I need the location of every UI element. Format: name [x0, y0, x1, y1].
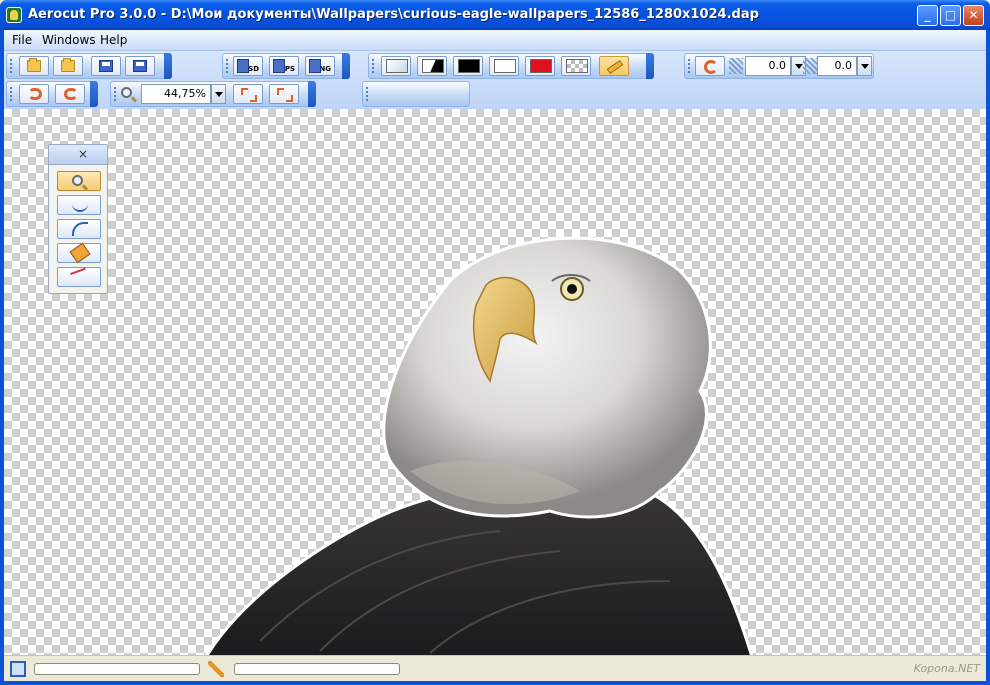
undo-toolbar — [6, 81, 98, 107]
png-icon: PNG — [309, 59, 331, 73]
rotate-button[interactable] — [695, 56, 725, 76]
fit-window-icon — [241, 88, 257, 102]
undo-icon — [28, 88, 42, 100]
bg-custom-color-button[interactable] — [599, 56, 629, 76]
red-swatch-icon — [530, 59, 552, 73]
eagle-image — [205, 236, 753, 655]
save-button[interactable] — [91, 56, 121, 76]
curve-icon — [72, 222, 88, 236]
toolbar-grip[interactable] — [10, 87, 12, 101]
export-toolbar: PSD EPS PNG — [222, 53, 350, 79]
toolbar-endcap — [90, 81, 98, 107]
undo-button[interactable] — [19, 84, 49, 104]
toolbar-grip[interactable] — [366, 87, 368, 101]
toolbar-grip[interactable] — [688, 59, 690, 73]
bg-checker-button[interactable] — [561, 56, 591, 76]
curve-tool-button[interactable] — [57, 219, 101, 239]
image-canvas[interactable]: × — [4, 109, 986, 655]
palette-close-button[interactable]: × — [78, 147, 88, 161]
zoom-icon — [121, 87, 132, 98]
toolbar-grip[interactable] — [372, 59, 374, 73]
new-project-icon — [27, 58, 41, 72]
save-as-button[interactable] — [125, 56, 155, 76]
bg-red-button[interactable] — [525, 56, 555, 76]
new-button[interactable] — [19, 56, 49, 76]
offset-icon — [803, 58, 817, 74]
selection-frame-icon — [10, 661, 26, 677]
maximize-button[interactable]: □ — [940, 5, 961, 26]
close-button[interactable]: ✕ — [963, 5, 984, 26]
zoom-fit-button[interactable] — [233, 84, 263, 104]
extra-toolbar — [362, 81, 470, 107]
eraser-icon — [69, 242, 91, 264]
rotate-icon — [704, 60, 718, 74]
open-folder-icon — [61, 58, 75, 72]
progress-bar-1 — [34, 663, 200, 675]
redo-icon — [64, 88, 78, 100]
eps-icon: EPS — [273, 59, 295, 73]
export-png-button[interactable]: PNG — [305, 56, 335, 76]
export-eps-button[interactable]: EPS — [269, 56, 299, 76]
zoom-input[interactable]: 44,75% — [141, 84, 211, 104]
app-icon[interactable] — [6, 7, 22, 23]
checker-icon — [566, 59, 588, 73]
menu-file[interactable]: File — [12, 33, 32, 47]
zoom-actual-button[interactable] — [269, 84, 299, 104]
magnifier-icon — [72, 175, 83, 186]
palette-header[interactable]: × — [49, 145, 107, 165]
rotation-toolbar: 0.0 0.0 — [684, 53, 874, 79]
zoom-dropdown[interactable] — [211, 84, 226, 104]
zoom-toolbar: 44,75% — [110, 81, 316, 107]
toolbar-grip[interactable] — [114, 87, 116, 101]
toolbar-endcap — [646, 53, 654, 79]
progress-bar-2 — [234, 663, 400, 675]
file-toolbar — [6, 53, 172, 79]
bg-white-button[interactable] — [489, 56, 519, 76]
toolbar-endcap — [164, 53, 172, 79]
black-swatch-icon — [458, 59, 480, 73]
export-psd-button[interactable]: PSD — [233, 56, 263, 76]
toolbar-endcap — [308, 81, 316, 107]
black-white-icon — [422, 59, 444, 73]
bg-tile-button[interactable] — [381, 56, 411, 76]
redo-button[interactable] — [55, 84, 85, 104]
tools-palette: × — [48, 144, 108, 294]
title-bar[interactable]: Aerocut Pro 3.0.0 - D:\Мои документы\Wal… — [0, 0, 990, 30]
menu-help[interactable]: Help — [100, 33, 127, 47]
menu-windows[interactable]: Windows — [42, 33, 96, 47]
background-toolbar — [368, 53, 654, 79]
menu-bar: File Windows Help — [4, 30, 986, 51]
scissors-icon — [72, 198, 88, 212]
open-button[interactable] — [53, 56, 83, 76]
tile-background-icon — [386, 59, 408, 73]
bg-bw-button[interactable] — [417, 56, 447, 76]
cut-tool-button[interactable] — [57, 195, 101, 215]
edge-icon — [70, 267, 90, 287]
toolbar-endcap — [342, 53, 350, 79]
window-title: Aerocut Pro 3.0.0 - D:\Мои документы\Wal… — [28, 7, 759, 22]
offset-dropdown[interactable] — [857, 56, 872, 76]
actual-size-icon — [277, 88, 293, 102]
status-bar: Kopona.NET — [4, 655, 986, 681]
client-area: File Windows Help PSD EPS PNG 0.0 0.0 44… — [4, 30, 986, 681]
zoom-tool-button[interactable] — [57, 171, 101, 191]
wrench-icon — [208, 661, 224, 677]
offset-input[interactable]: 0.0 — [817, 56, 857, 76]
toolbar-grip[interactable] — [10, 59, 12, 73]
save-icon — [99, 60, 113, 72]
pencil-icon — [606, 59, 624, 75]
edge-tool-button[interactable] — [57, 267, 101, 287]
rotation-input[interactable]: 0.0 — [745, 56, 791, 76]
toolbar-grip[interactable] — [226, 59, 228, 73]
minimize-button[interactable]: _ — [917, 5, 938, 26]
bg-black-button[interactable] — [453, 56, 483, 76]
eraser-tool-button[interactable] — [57, 242, 101, 264]
psd-icon: PSD — [237, 59, 259, 73]
angle-icon — [729, 58, 743, 74]
app-window: Aerocut Pro 3.0.0 - D:\Мои документы\Wal… — [0, 0, 990, 685]
watermark: Kopona.NET — [913, 662, 980, 675]
toolbar-area: PSD EPS PNG 0.0 0.0 44,75% — [4, 51, 986, 109]
white-swatch-icon — [494, 59, 516, 73]
save-as-icon — [133, 60, 147, 72]
